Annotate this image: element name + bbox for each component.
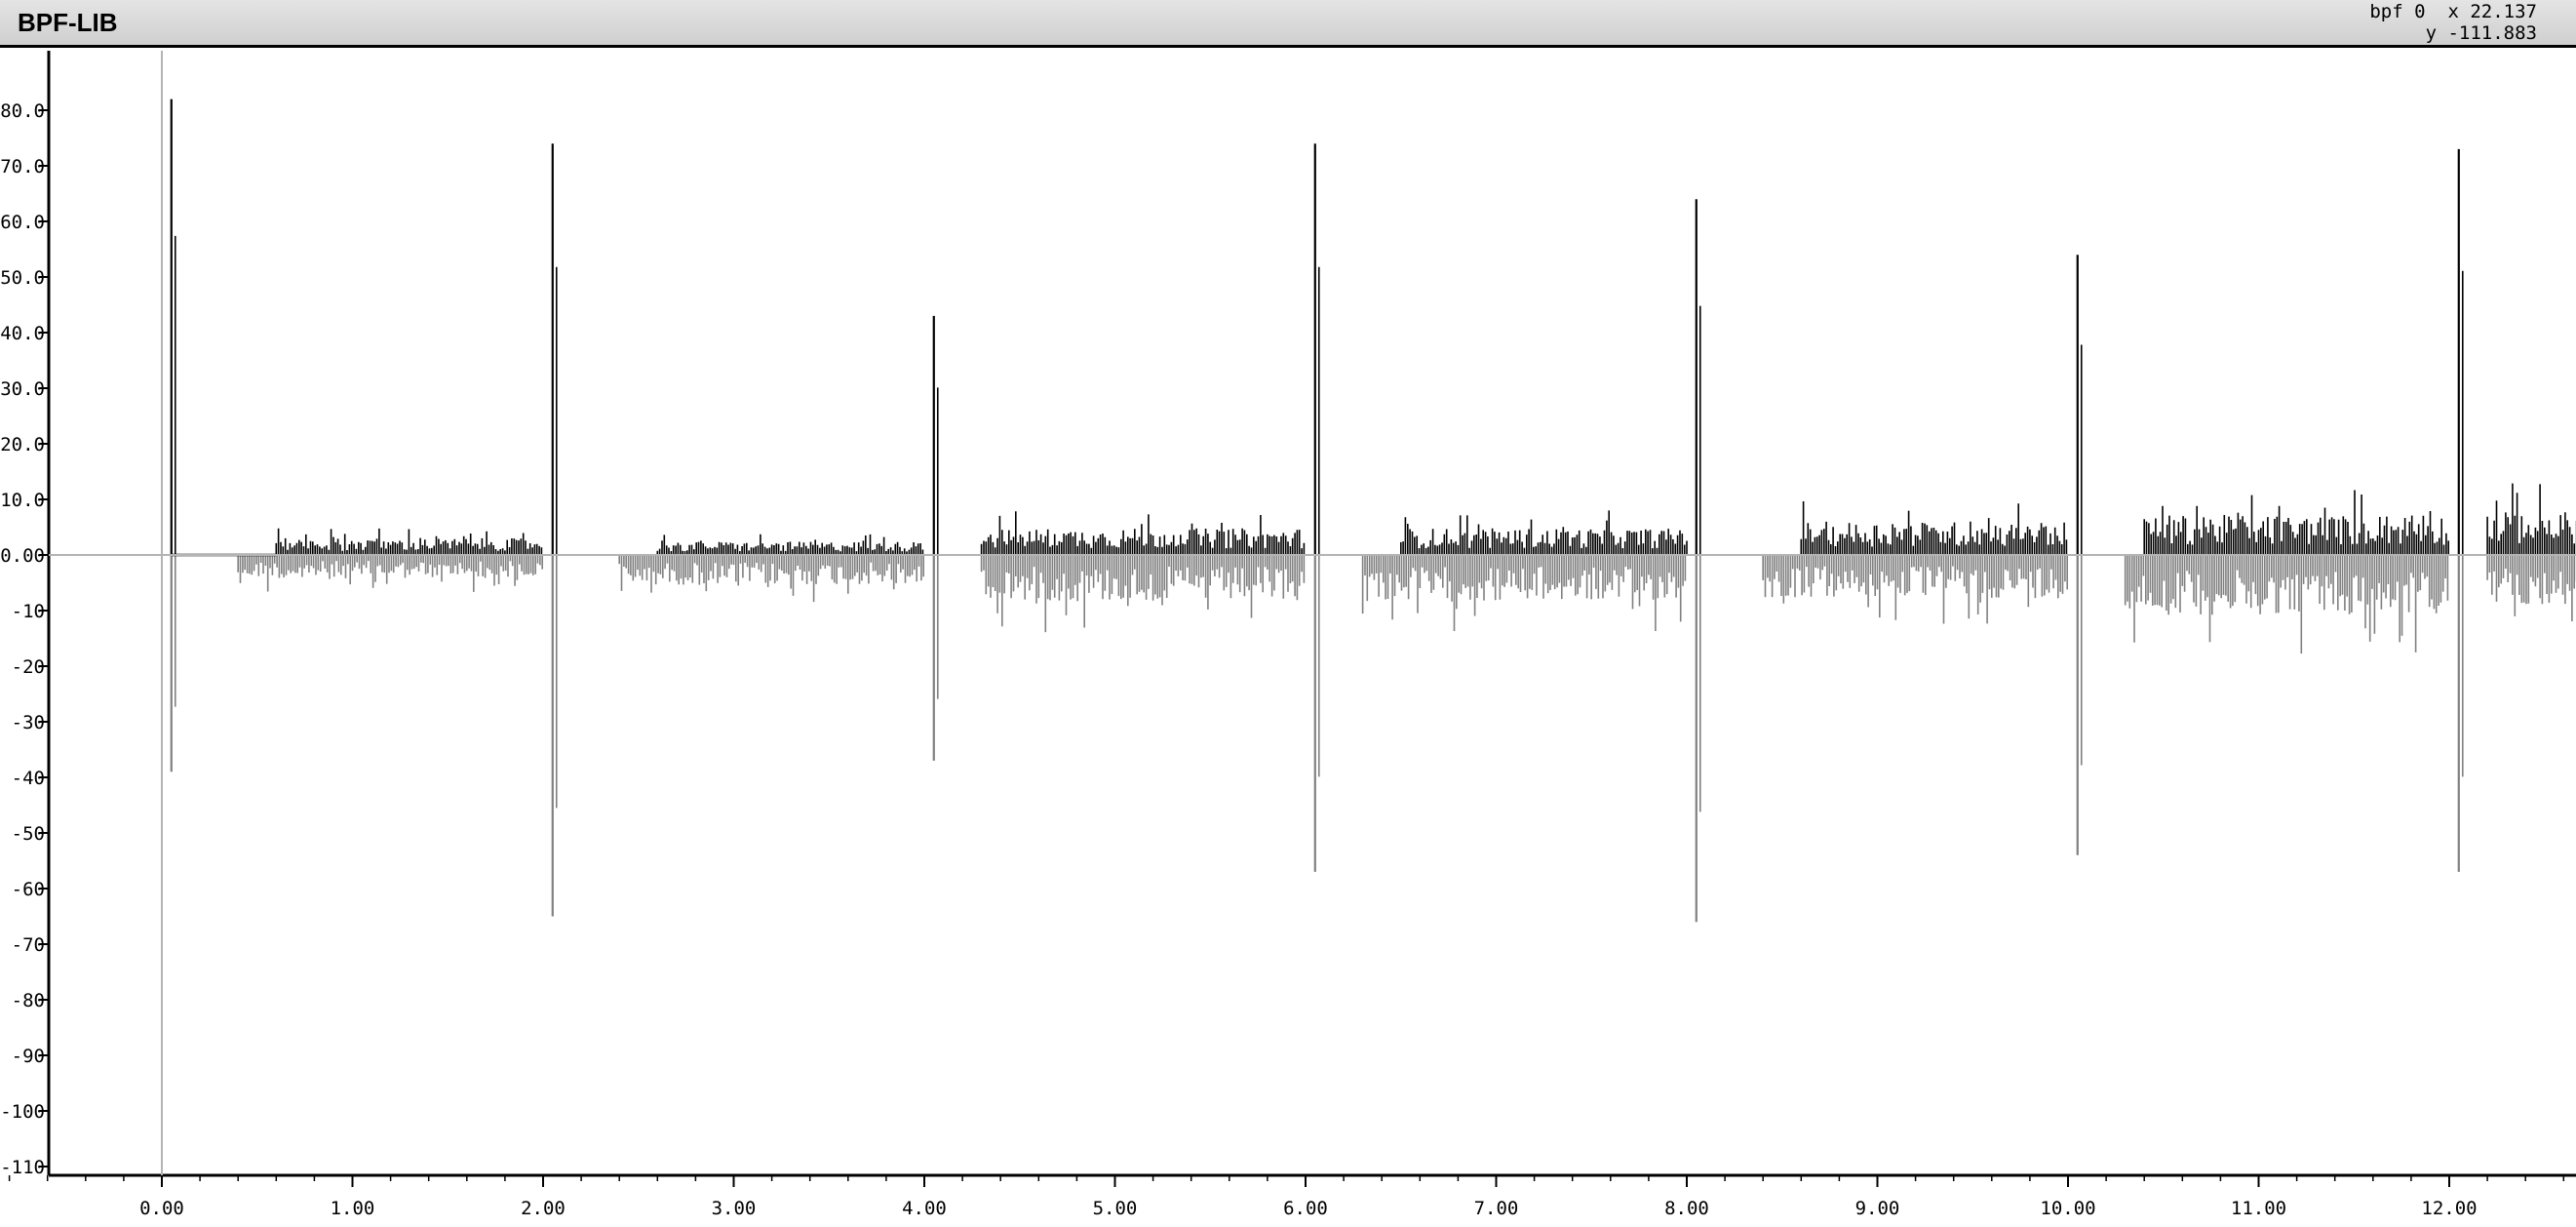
positive-noise	[275, 483, 2576, 555]
bpf-plot-area[interactable]: 80.0 70.0 60.0 50.0 40.0 30.0 20.0 10.0 0.00 -10 -…	[0, 48, 2576, 1227]
y-tick-label: 70.0	[0, 156, 45, 178]
bpf-name: bpf 0	[2369, 1, 2426, 22]
y-tick-label: -70	[12, 934, 45, 956]
y-tick-label: -90	[12, 1046, 45, 1067]
x-tick-label: 8.00	[1664, 1198, 1709, 1219]
x-tick-label: 0.00	[139, 1198, 184, 1219]
x-tick-label: 6.00	[1283, 1198, 1328, 1219]
x-tick-label: 4.00	[902, 1198, 947, 1219]
negative-noise	[237, 555, 2576, 654]
y-tick-label: -50	[12, 823, 45, 845]
y-tick-label: -80	[12, 990, 45, 1011]
x-tick-label: 3.00	[712, 1198, 757, 1219]
y-tick-label: 60.0	[0, 212, 45, 233]
y-tick-label: -60	[12, 879, 45, 900]
x-label: x	[2447, 1, 2459, 22]
y-tick-label: 40.0	[0, 323, 45, 344]
y-tick-label: -20	[12, 656, 45, 678]
x-value: 22.137	[2470, 1, 2537, 22]
x-axis: -1.000.001.002.003.004.005.006.007.008.0…	[8, 1175, 2565, 1219]
y-tick-label: -110	[0, 1157, 45, 1178]
y-value: -111.883	[2447, 22, 2537, 44]
y-tick-label: 20.0	[0, 434, 45, 455]
positive-series	[170, 99, 2576, 557]
y-tick-label: -100	[0, 1101, 45, 1123]
window-title: BPF-LIB	[18, 8, 118, 37]
y-tick-label: -40	[12, 768, 45, 789]
negative-series	[170, 555, 2576, 923]
y-tick-label: 80.0	[0, 100, 45, 122]
y-tick-label: 0.00	[0, 545, 45, 567]
x-tick-label: 9.00	[1855, 1198, 1900, 1219]
x-tick-label: 1.00	[331, 1198, 375, 1219]
x-tick-label: 2.00	[521, 1198, 566, 1219]
y-tick-label: -30	[12, 712, 45, 733]
y-axis: 80.0 70.0 60.0 50.0 40.0 30.0 20.0 10.0 0.00 -10 -…	[0, 100, 49, 1178]
x-tick-label: 7.00	[1474, 1198, 1519, 1219]
y-tick-label: -10	[12, 601, 45, 622]
y-tick-label: 10.0	[0, 490, 45, 511]
y-tick-label: 30.0	[0, 378, 45, 400]
cursor-readout: bpf 0 x 22.137 y -111.883	[2369, 1, 2537, 44]
x-tick-label: 10.00	[2040, 1198, 2095, 1219]
x-tick-label: 11.00	[2231, 1198, 2286, 1219]
x-tick-label: 5.00	[1093, 1198, 1138, 1219]
y-label: y	[2425, 22, 2438, 44]
y-tick-label: 50.0	[0, 267, 45, 289]
title-bar: BPF-LIB bpf 0 x 22.137 y -111.883	[0, 0, 2576, 48]
x-tick-label: 12.00	[2421, 1198, 2477, 1219]
